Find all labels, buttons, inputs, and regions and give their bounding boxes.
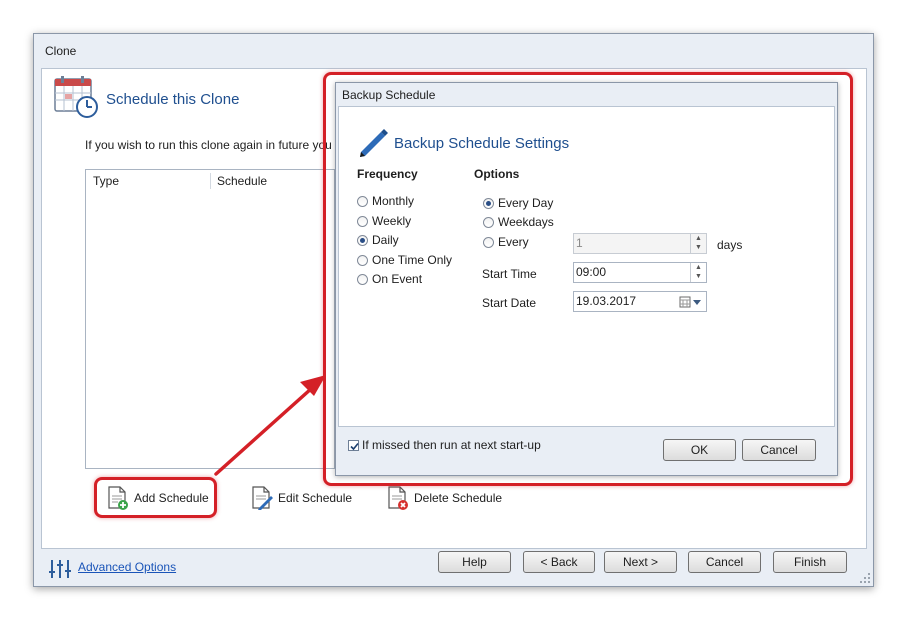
every-days-input[interactable]: 1 ▲ ▼ bbox=[573, 233, 707, 254]
radio-label: One Time Only bbox=[372, 253, 453, 267]
next-button[interactable]: Next > bbox=[604, 551, 677, 573]
delete-schedule-button[interactable]: Delete Schedule bbox=[386, 483, 502, 513]
edit-schedule-label: Edit Schedule bbox=[278, 491, 353, 505]
start-date-picker[interactable]: 19.03.2017 bbox=[573, 291, 707, 312]
window-title: Clone bbox=[45, 44, 77, 58]
every-days-spinner[interactable]: ▲ ▼ bbox=[690, 234, 706, 253]
info-text: If you wish to run this clone again in f… bbox=[85, 138, 348, 152]
column-header-schedule[interactable]: Schedule bbox=[217, 170, 267, 192]
radio-label: Monthly bbox=[372, 194, 415, 208]
delete-document-icon bbox=[388, 486, 408, 510]
radio-daily[interactable]: Daily bbox=[357, 233, 399, 247]
edit-schedule-button[interactable]: Edit Schedule bbox=[250, 483, 352, 513]
cancel-button[interactable]: Cancel bbox=[688, 551, 761, 573]
radio-dot bbox=[357, 195, 368, 207]
calendar-dropdown-icon[interactable] bbox=[679, 296, 703, 308]
spin-down-icon[interactable]: ▼ bbox=[691, 272, 706, 281]
radio-dot bbox=[483, 216, 494, 228]
radio-label: Weekly bbox=[372, 214, 412, 228]
radio-dot-selected bbox=[357, 234, 368, 246]
sliders-icon bbox=[49, 560, 71, 578]
checkbox-box[interactable] bbox=[348, 439, 359, 451]
column-divider bbox=[210, 173, 211, 189]
add-document-icon bbox=[108, 486, 128, 510]
calendar-clock-icon bbox=[54, 76, 98, 118]
radio-dot bbox=[357, 215, 368, 227]
radio-every-day[interactable]: Every Day bbox=[483, 196, 553, 210]
help-button[interactable]: Help bbox=[438, 551, 511, 573]
start-date-label: Start Date bbox=[482, 296, 537, 310]
dialog-header-title: Backup Schedule Settings bbox=[394, 135, 570, 152]
advanced-options-link[interactable]: Advanced Options bbox=[78, 560, 176, 574]
backup-schedule-dialog: Backup Schedule Backup Schedule Settings… bbox=[335, 82, 838, 476]
schedule-list[interactable]: Type Schedule bbox=[85, 169, 335, 469]
edit-document-icon bbox=[252, 486, 273, 510]
resize-grip-icon[interactable] bbox=[859, 572, 871, 584]
spin-up-icon[interactable]: ▲ bbox=[691, 263, 706, 272]
start-time-value: 09:00 bbox=[576, 265, 607, 279]
start-time-input[interactable]: 09:00 ▲ ▼ bbox=[573, 262, 707, 283]
spin-up-icon[interactable]: ▲ bbox=[691, 234, 706, 243]
radio-label: Every Day bbox=[498, 196, 554, 210]
spin-down-icon[interactable]: ▼ bbox=[691, 243, 706, 252]
add-schedule-label: Add Schedule bbox=[134, 491, 209, 505]
column-header-type[interactable]: Type bbox=[93, 170, 119, 192]
options-label: Options bbox=[474, 167, 520, 181]
radio-label: On Event bbox=[372, 272, 423, 286]
dialog-client: Backup Schedule Settings Frequency Month… bbox=[338, 106, 835, 427]
radio-dot bbox=[357, 273, 368, 285]
radio-on-event[interactable]: On Event bbox=[357, 272, 422, 286]
ok-button[interactable]: OK bbox=[663, 439, 736, 461]
every-days-value: 1 bbox=[576, 236, 583, 250]
missed-run-checkbox[interactable]: If missed then run at next start-up bbox=[348, 438, 541, 452]
radio-one-time-only[interactable]: One Time Only bbox=[357, 253, 452, 267]
radio-label: Every bbox=[498, 235, 529, 249]
checkmark-icon bbox=[350, 442, 359, 450]
pen-icon bbox=[360, 129, 388, 157]
days-label: days bbox=[717, 238, 743, 252]
missed-run-label: If missed then run at next start-up bbox=[362, 438, 541, 452]
radio-dot bbox=[483, 236, 494, 248]
finish-button[interactable]: Finish bbox=[773, 551, 847, 573]
dialog-cancel-button[interactable]: Cancel bbox=[742, 439, 816, 461]
frequency-label: Frequency bbox=[357, 167, 418, 181]
delete-schedule-label: Delete Schedule bbox=[414, 491, 503, 505]
start-time-spinner[interactable]: ▲ ▼ bbox=[690, 263, 706, 282]
dialog-title: Backup Schedule bbox=[342, 88, 436, 102]
start-date-value: 19.03.2017 bbox=[576, 294, 637, 308]
page-title: Schedule this Clone bbox=[106, 91, 240, 108]
radio-label: Weekdays bbox=[498, 215, 554, 229]
back-button[interactable]: < Back bbox=[523, 551, 595, 573]
radio-label: Daily bbox=[372, 233, 399, 247]
radio-weekdays[interactable]: Weekdays bbox=[483, 215, 554, 229]
add-schedule-button[interactable]: Add Schedule bbox=[106, 483, 209, 513]
radio-monthly[interactable]: Monthly bbox=[357, 194, 414, 208]
wizard-footer: Advanced Options Help < Back Next > Canc… bbox=[41, 549, 867, 585]
radio-every[interactable]: Every bbox=[483, 235, 529, 249]
radio-dot-selected bbox=[483, 197, 494, 209]
radio-weekly[interactable]: Weekly bbox=[357, 214, 411, 228]
radio-dot bbox=[357, 254, 368, 266]
start-time-label: Start Time bbox=[482, 267, 537, 281]
